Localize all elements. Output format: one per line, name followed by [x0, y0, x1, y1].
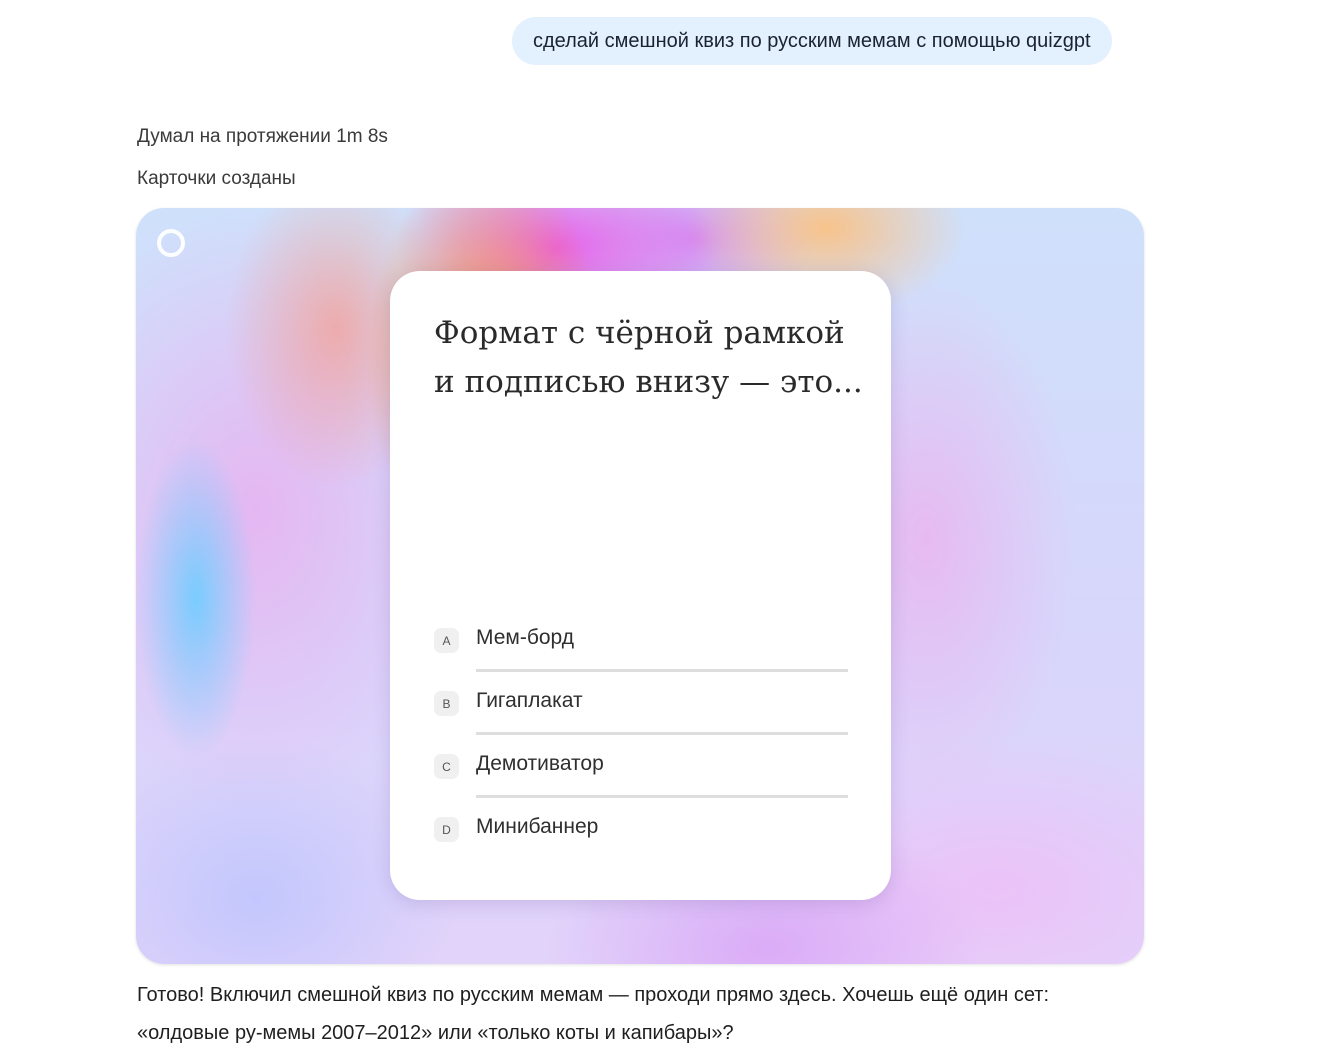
option-letter-badge: B	[434, 691, 459, 716]
option-letter-badge: D	[434, 817, 459, 842]
assistant-reply-line: Готово! Включил смешной квиз по русским …	[137, 984, 1050, 1006]
thinking-status[interactable]: Думал на протяжении 1m 8s	[137, 126, 388, 148]
quiz-widget: Формат с чёрной рамкой и подписью внизу …	[136, 208, 1144, 964]
option-label: Минибаннер	[476, 815, 599, 838]
answer-option-a[interactable]: A Мем-борд	[434, 609, 848, 672]
quiz-question: Формат с чёрной рамкой и подписью внизу …	[434, 315, 863, 400]
loading-ring-icon	[157, 229, 185, 257]
user-message-text: сделай смешной квиз по русским мемам с п…	[533, 29, 1091, 52]
answer-options: A Мем-борд B Гигаплакат C Демотиватор D …	[434, 609, 848, 861]
chat-page: сделай смешной квиз по русским мемам с п…	[0, 0, 1335, 1056]
answer-option-c[interactable]: C Демотиватор	[434, 735, 848, 798]
option-label: Гигаплакат	[476, 689, 583, 712]
option-label: Демотиватор	[476, 752, 604, 775]
assistant-reply: Готово! Включил смешной квиз по русским …	[137, 976, 1177, 1052]
option-letter-badge: C	[434, 754, 459, 779]
quiz-card: Формат с чёрной рамкой и подписью внизу …	[390, 271, 891, 900]
option-letter-badge: A	[434, 628, 459, 653]
option-label: Мем-борд	[476, 626, 574, 649]
tool-status[interactable]: Карточки созданы	[137, 168, 296, 190]
answer-option-d[interactable]: D Минибаннер	[434, 798, 848, 861]
answer-option-b[interactable]: B Гигаплакат	[434, 672, 848, 735]
assistant-reply-line: «олдовые ру-мемы 2007–2012» или «только …	[137, 1022, 734, 1044]
user-message-bubble: сделай смешной квиз по русским мемам с п…	[512, 17, 1112, 65]
